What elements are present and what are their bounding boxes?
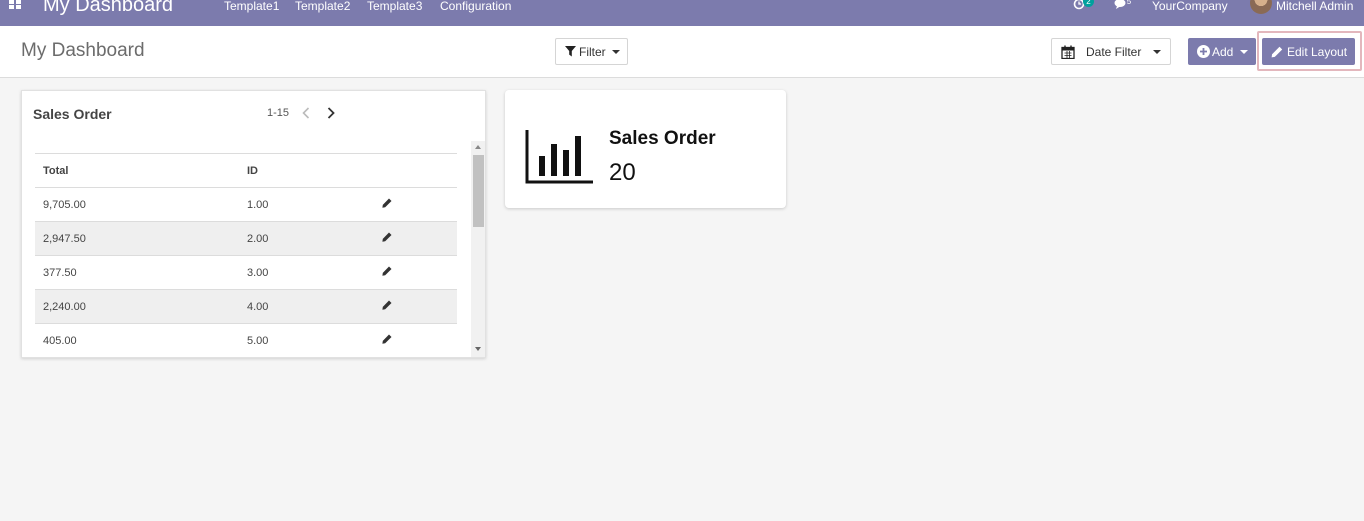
cell-id: 4.00 bbox=[239, 289, 374, 324]
date-filter-label: Date Filter bbox=[1086, 44, 1142, 59]
funnel-icon bbox=[565, 46, 576, 57]
filter-button[interactable]: Filter bbox=[555, 38, 628, 65]
column-header-actions bbox=[374, 153, 457, 188]
filter-label: Filter bbox=[579, 44, 606, 59]
menu-configuration[interactable]: Configuration bbox=[440, 0, 511, 13]
menu-template3[interactable]: Template3 bbox=[367, 0, 422, 13]
table-row[interactable]: 405.00 5.00 bbox=[35, 323, 457, 357]
page-title: My Dashboard bbox=[21, 40, 145, 61]
top-navbar: My Dashboard Template1 Template2 Templat… bbox=[0, 0, 1364, 26]
menu-template1[interactable]: Template1 bbox=[224, 0, 279, 13]
sales-table: Total ID 9,705.00 1.00 2,947.50 2.00 377… bbox=[35, 153, 457, 357]
pager-value: 1-15 bbox=[267, 107, 290, 119]
caret-down-icon bbox=[611, 49, 620, 54]
sales-order-list-widget: Sales Order 1-15 Total ID 9,705.00 1.00 … bbox=[21, 90, 486, 358]
column-header-total[interactable]: Total bbox=[35, 153, 239, 188]
cell-id: 5.00 bbox=[239, 323, 374, 357]
edit-pencil-icon[interactable] bbox=[382, 334, 392, 347]
cell-total: 405.00 bbox=[35, 323, 239, 357]
cell-total: 377.50 bbox=[35, 255, 239, 290]
edit-layout-highlight bbox=[1257, 31, 1362, 71]
cell-id: 1.00 bbox=[239, 187, 374, 222]
scroll-up-arrow-icon[interactable] bbox=[475, 145, 481, 149]
caret-down-icon bbox=[1240, 49, 1249, 54]
cell-total: 9,705.00 bbox=[35, 187, 239, 222]
control-panel: My Dashboard Filter Date Filter Add Edit… bbox=[0, 26, 1364, 78]
cell-id: 3.00 bbox=[239, 255, 374, 290]
bar-chart-icon bbox=[525, 130, 595, 187]
add-button[interactable]: Add bbox=[1188, 38, 1256, 65]
pager-previous-icon[interactable] bbox=[302, 107, 310, 122]
plus-circle-icon bbox=[1197, 45, 1210, 58]
messages-badge: 5 bbox=[1126, 0, 1132, 6]
cell-id: 2.00 bbox=[239, 221, 374, 256]
table-row[interactable]: 377.50 3.00 bbox=[35, 255, 457, 290]
edit-pencil-icon[interactable] bbox=[382, 300, 392, 313]
widget-title: Sales Order bbox=[33, 106, 112, 122]
menu-template2[interactable]: Template2 bbox=[295, 0, 350, 13]
date-filter-button[interactable]: Date Filter bbox=[1051, 38, 1171, 65]
apps-menu-icon[interactable] bbox=[9, 0, 21, 10]
scrollbar-thumb[interactable] bbox=[473, 155, 484, 227]
cell-total: 2,947.50 bbox=[35, 221, 239, 256]
user-avatar[interactable] bbox=[1250, 0, 1272, 14]
table-header-row: Total ID bbox=[35, 153, 457, 188]
edit-pencil-icon[interactable] bbox=[382, 232, 392, 245]
scroll-down-arrow-icon[interactable] bbox=[475, 347, 481, 351]
edit-pencil-icon[interactable] bbox=[382, 266, 392, 279]
calendar-icon bbox=[1061, 45, 1075, 59]
tile-title: Sales Order bbox=[609, 128, 716, 149]
user-menu[interactable]: Mitchell Admin bbox=[1276, 0, 1353, 13]
table-row[interactable]: 2,947.50 2.00 bbox=[35, 221, 457, 256]
add-label: Add bbox=[1212, 44, 1234, 59]
caret-down-icon bbox=[1153, 49, 1162, 54]
company-switcher[interactable]: YourCompany bbox=[1152, 0, 1228, 13]
edit-pencil-icon[interactable] bbox=[382, 198, 392, 211]
pager-next-icon[interactable] bbox=[327, 107, 335, 122]
table-row[interactable]: 2,240.00 4.00 bbox=[35, 289, 457, 324]
column-header-id[interactable]: ID bbox=[239, 153, 374, 188]
table-row[interactable]: 9,705.00 1.00 bbox=[35, 187, 457, 222]
tile-value: 20 bbox=[609, 159, 636, 186]
cell-total: 2,240.00 bbox=[35, 289, 239, 324]
activity-badge: 2 bbox=[1083, 0, 1094, 7]
app-title: My Dashboard bbox=[43, 0, 174, 16]
sales-order-tile-widget[interactable]: Sales Order 20 bbox=[505, 90, 786, 208]
